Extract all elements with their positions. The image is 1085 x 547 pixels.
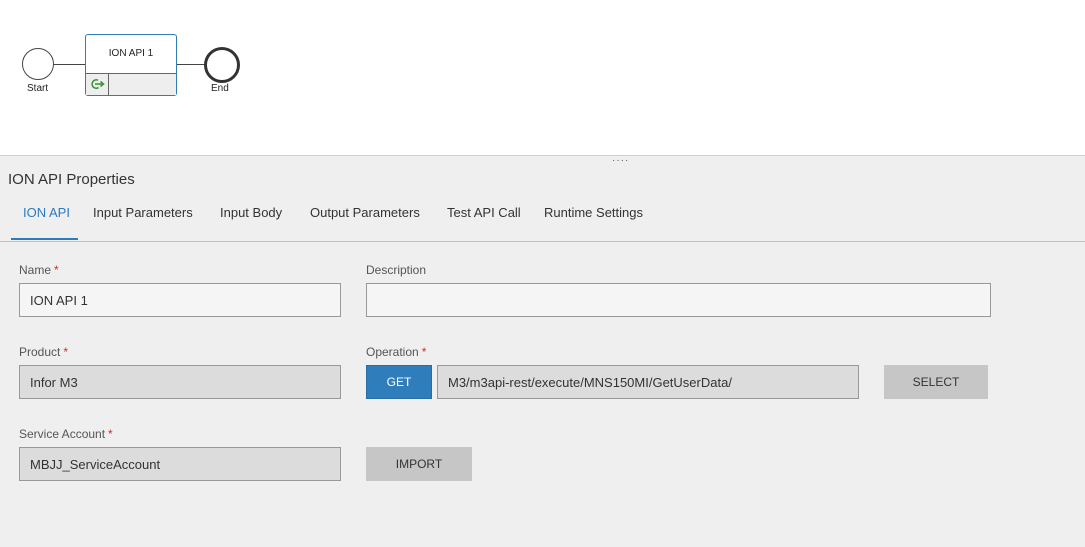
product-label: Product * <box>19 345 68 359</box>
service-account-label-text: Service Account <box>19 427 106 441</box>
start-node[interactable] <box>22 48 54 80</box>
required-marker: * <box>54 263 59 277</box>
end-label: End <box>211 83 229 94</box>
tab-input-parameters[interactable]: Input Parameters <box>93 205 193 220</box>
properties-panel: ···· ION API Properties ION API Input Pa… <box>0 155 1085 547</box>
import-button[interactable]: IMPORT <box>366 447 472 481</box>
operation-path-field[interactable] <box>437 365 859 399</box>
required-marker: * <box>108 427 113 441</box>
panel-title: ION API Properties <box>8 171 135 188</box>
active-tab-indicator <box>11 238 78 240</box>
required-marker: * <box>63 345 69 359</box>
description-input[interactable] <box>366 283 991 317</box>
tab-output-parameters[interactable]: Output Parameters <box>310 205 420 220</box>
operation-label: Operation * <box>366 345 426 359</box>
http-method-button[interactable]: GET <box>366 365 432 399</box>
start-label: Start <box>27 83 49 94</box>
refresh-arrow-icon <box>91 79 105 89</box>
name-label: Name * <box>19 263 59 277</box>
tab-bar: ION API Input Parameters Input Body Outp… <box>0 193 1085 242</box>
required-marker: * <box>421 345 427 359</box>
name-input[interactable] <box>19 283 341 317</box>
service-account-field[interactable] <box>19 447 341 481</box>
resize-handle-icon[interactable]: ···· <box>612 156 629 166</box>
service-account-label: Service Account * <box>19 427 113 441</box>
product-field[interactable] <box>19 365 341 399</box>
connector-start-api <box>53 64 86 65</box>
end-node[interactable] <box>204 47 240 83</box>
flow-canvas[interactable]: Start ION API 1 End <box>0 0 1085 155</box>
api-node-divider <box>108 74 109 95</box>
description-label: Description <box>366 263 427 277</box>
tab-ion-api[interactable]: ION API <box>23 205 70 220</box>
api-node-title: ION API 1 <box>108 48 154 59</box>
product-label-text: Product <box>19 345 61 359</box>
connector-api-end <box>177 64 205 65</box>
api-node-footer <box>86 73 176 95</box>
tab-runtime-settings[interactable]: Runtime Settings <box>544 205 643 220</box>
operation-label-text: Operation <box>366 345 419 359</box>
select-button[interactable]: SELECT <box>884 365 988 399</box>
tab-input-body[interactable]: Input Body <box>220 205 282 220</box>
tab-test-api-call[interactable]: Test API Call <box>447 205 521 220</box>
name-label-text: Name <box>19 263 52 277</box>
ion-api-node[interactable]: ION API 1 <box>85 34 177 96</box>
